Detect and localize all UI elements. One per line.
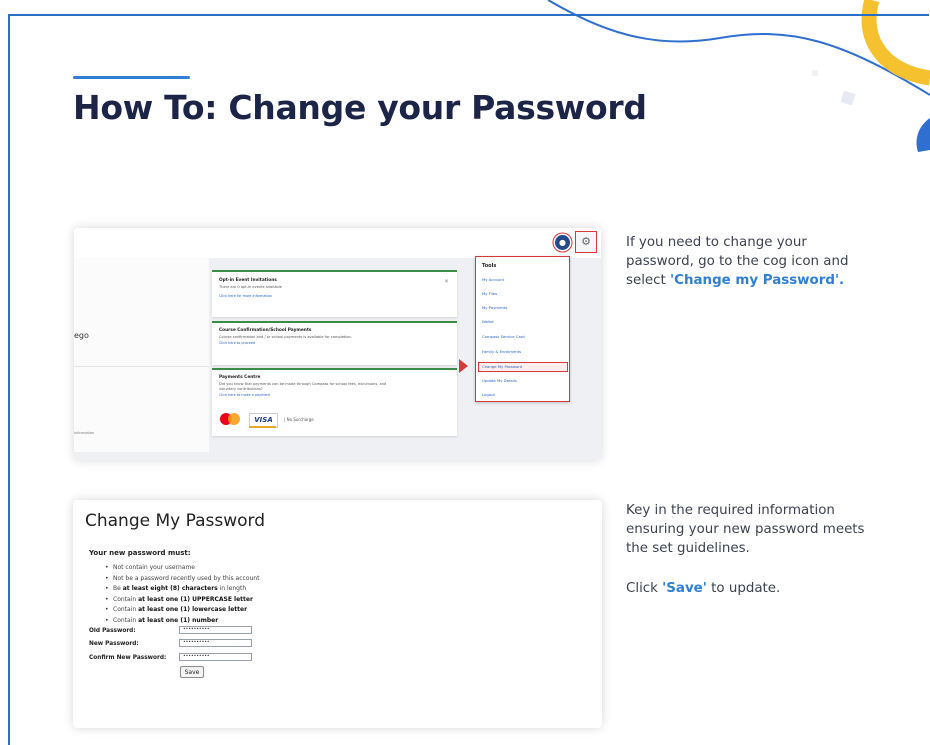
step2-instructions: Key in the required information ensuring… [626, 501, 865, 558]
step2-line-3: the set guidelines. [626, 541, 750, 556]
update-text: to update. [706, 581, 781, 596]
payment-note: | No Surcharge [284, 417, 314, 422]
user-circle-icon[interactable]: ● [555, 235, 570, 250]
step1-highlight: 'Change my Password' [670, 273, 840, 288]
step2-line-1: Key in the required information [626, 503, 835, 518]
click-text: Click [626, 581, 663, 596]
card-link[interactable]: Click here to make a payment [219, 393, 270, 397]
dashboard-screenshot: ego information ● ⚙ Opt-in Event Invitat… [74, 228, 601, 460]
top-bar [74, 228, 601, 259]
requirement-item: Not contain your username [105, 563, 259, 574]
card-text: Did you know that payments can be made t… [219, 382, 387, 386]
card-event-invitations: Opt-in Event Invitations There are 0 opt… [212, 270, 457, 317]
save-button[interactable]: Save [180, 666, 204, 678]
menu-item-wallet[interactable]: Wallet [482, 319, 494, 324]
card-text-2: voluntary contributions? [219, 387, 263, 391]
requirement-item: Contain at least one (1) UPPERCASE lette… [105, 595, 259, 606]
requirement-item: Be at least eight (8) characters in leng… [105, 584, 259, 595]
step1-line-2: password, go to the cog icon and [626, 254, 849, 269]
requirements-list: Not contain your username Not be a passw… [105, 563, 259, 626]
step1-line-1: If you need to change your [626, 235, 807, 250]
card-title: Opt-in Event Invitations [219, 278, 277, 283]
card-link[interactable]: Click here for more information [219, 294, 272, 298]
menu-item-my-account[interactable]: My Account [482, 277, 504, 282]
mastercard-icon [220, 413, 242, 427]
card-link[interactable]: Click here to proceed [219, 341, 255, 345]
step1-line-3-text: select [626, 273, 671, 288]
requirement-item: Contain at least one (1) lowercase lette… [105, 605, 259, 616]
card-course-confirmation: Course Confirmation/School Payments Cour… [212, 321, 457, 365]
step2-save-instruction: Click 'Save' to update. [626, 579, 780, 598]
visa-stripe [249, 426, 276, 428]
new-password-field[interactable]: •••••••••• [179, 639, 252, 647]
menu-item-my-payments[interactable]: My Payments [482, 305, 507, 310]
requirement-item: Contain at least one (1) number [105, 616, 259, 627]
step1-instructions: If you need to change your password, go … [626, 233, 849, 290]
card-text: Course confirmation and / or school paym… [219, 335, 352, 339]
new-password-label: New Password: [89, 641, 139, 647]
form-title: Change My Password [85, 511, 266, 531]
old-password-field[interactable]: •••••••••• [179, 626, 252, 634]
pointer-arrow-icon [459, 359, 468, 373]
divider [74, 366, 209, 367]
confirm-password-label: Confirm New Password: [89, 655, 167, 661]
gear-icon[interactable]: ⚙ [575, 231, 597, 253]
card-payments-centre: Payments Centre Did you know that paymen… [212, 368, 457, 436]
left-panel: ego information [74, 258, 209, 452]
card-title: Payments Centre [219, 375, 261, 380]
requirement-item: Not be a password recently used by this … [105, 574, 259, 585]
step1-line-3: select 'Change my Password'. [626, 271, 849, 290]
change-password-screenshot: Change My Password Your new password mus… [73, 500, 602, 728]
menu-item-update-details[interactable]: Update My Details [482, 378, 517, 383]
confirm-password-field[interactable]: •••••••••• [179, 653, 252, 661]
tools-menu-heading: Tools [482, 263, 497, 269]
save-highlight: 'Save' [662, 581, 707, 596]
card-title: Course Confirmation/School Payments [219, 328, 312, 333]
menu-item-family-enrolments[interactable]: Family & Enrolments [482, 349, 521, 354]
card-text: There are 0 opt-in events available [219, 285, 282, 289]
menu-item-logout[interactable]: Logout [482, 392, 495, 397]
old-password-label: Old Password: [89, 628, 136, 634]
partial-small-text: information [74, 431, 95, 435]
menu-item-change-password[interactable]: Change My Password [482, 364, 522, 369]
tools-menu: Tools My Account My Files My Payments Wa… [475, 256, 570, 402]
close-icon[interactable]: × [444, 278, 449, 285]
dashboard-cards: Opt-in Event Invitations There are 0 opt… [212, 270, 457, 436]
title-accent-line [73, 76, 190, 79]
partial-label: ego [74, 331, 89, 340]
requirements-heading: Your new password must: [89, 549, 191, 557]
menu-item-my-files[interactable]: My Files [482, 291, 497, 296]
menu-item-service-card[interactable]: Compass Service Card [482, 334, 525, 339]
page-title: How To: Change your Password [73, 88, 647, 127]
step2-line-2: ensuring your new password meets [626, 522, 865, 537]
step1-period: . [839, 273, 845, 288]
